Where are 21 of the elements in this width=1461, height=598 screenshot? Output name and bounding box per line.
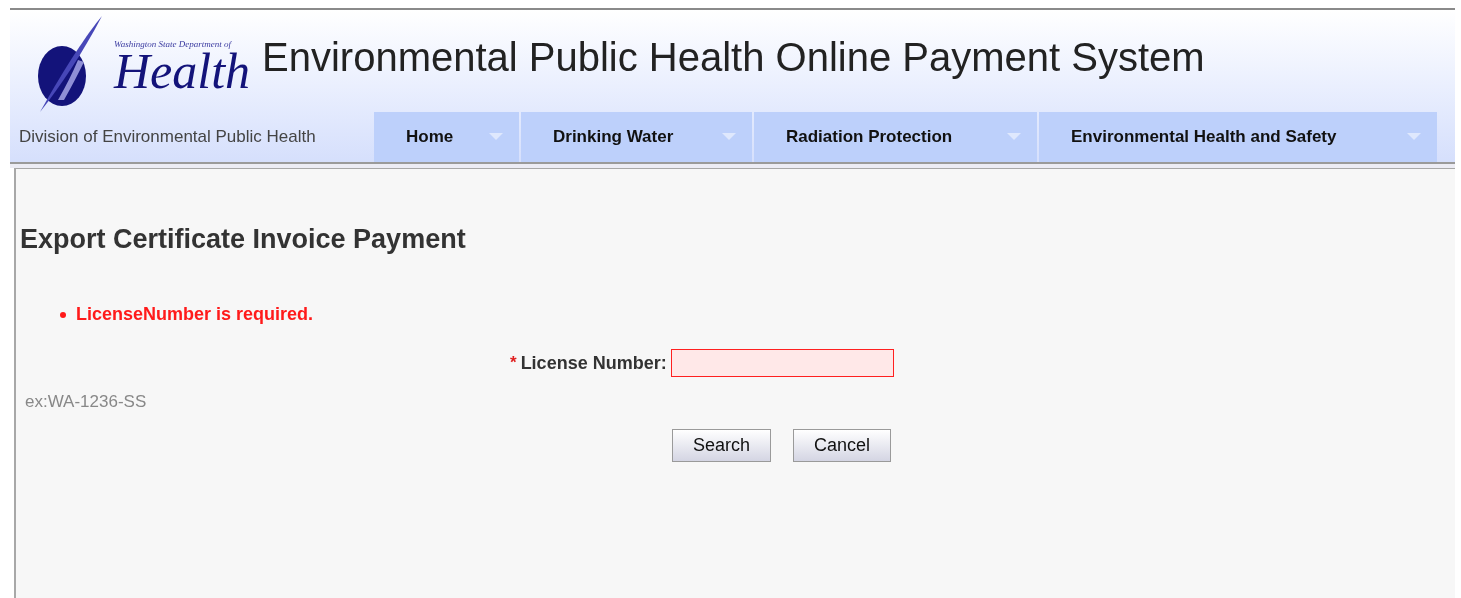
caret-icon xyxy=(1407,133,1421,141)
caret-icon xyxy=(1007,133,1021,141)
page-heading: Export Certificate Invoice Payment xyxy=(20,223,466,256)
logo-subtitle: Washington State Department of xyxy=(114,40,233,49)
field-hint: ex:WA-1236-SS xyxy=(25,391,147,413)
logo-wordmark: Health xyxy=(114,49,251,93)
nav-menu-item[interactable]: Environmental Health and Safety xyxy=(1039,112,1437,162)
license-number-field[interactable] xyxy=(670,349,894,377)
bullet-icon xyxy=(60,311,66,318)
nav-menu-item[interactable]: Home xyxy=(374,112,519,162)
required-mark: * xyxy=(510,352,517,375)
cancel-button[interactable]: Cancel xyxy=(793,429,892,462)
caret-icon xyxy=(722,133,736,141)
caret-icon xyxy=(489,133,503,141)
nav-menu-item[interactable]: Drinking Water xyxy=(521,112,752,162)
division-name: Division of Environmental Public Health xyxy=(18,126,317,149)
error-message: LicenseNumber is required. xyxy=(76,303,314,326)
site-title: Environmental Public Health Online Payment System xyxy=(262,34,1205,81)
search-button[interactable]: Search xyxy=(672,429,772,462)
nav-menu-item[interactable]: Radiation Protection xyxy=(754,112,1037,162)
field-label: License Number: xyxy=(520,351,667,375)
